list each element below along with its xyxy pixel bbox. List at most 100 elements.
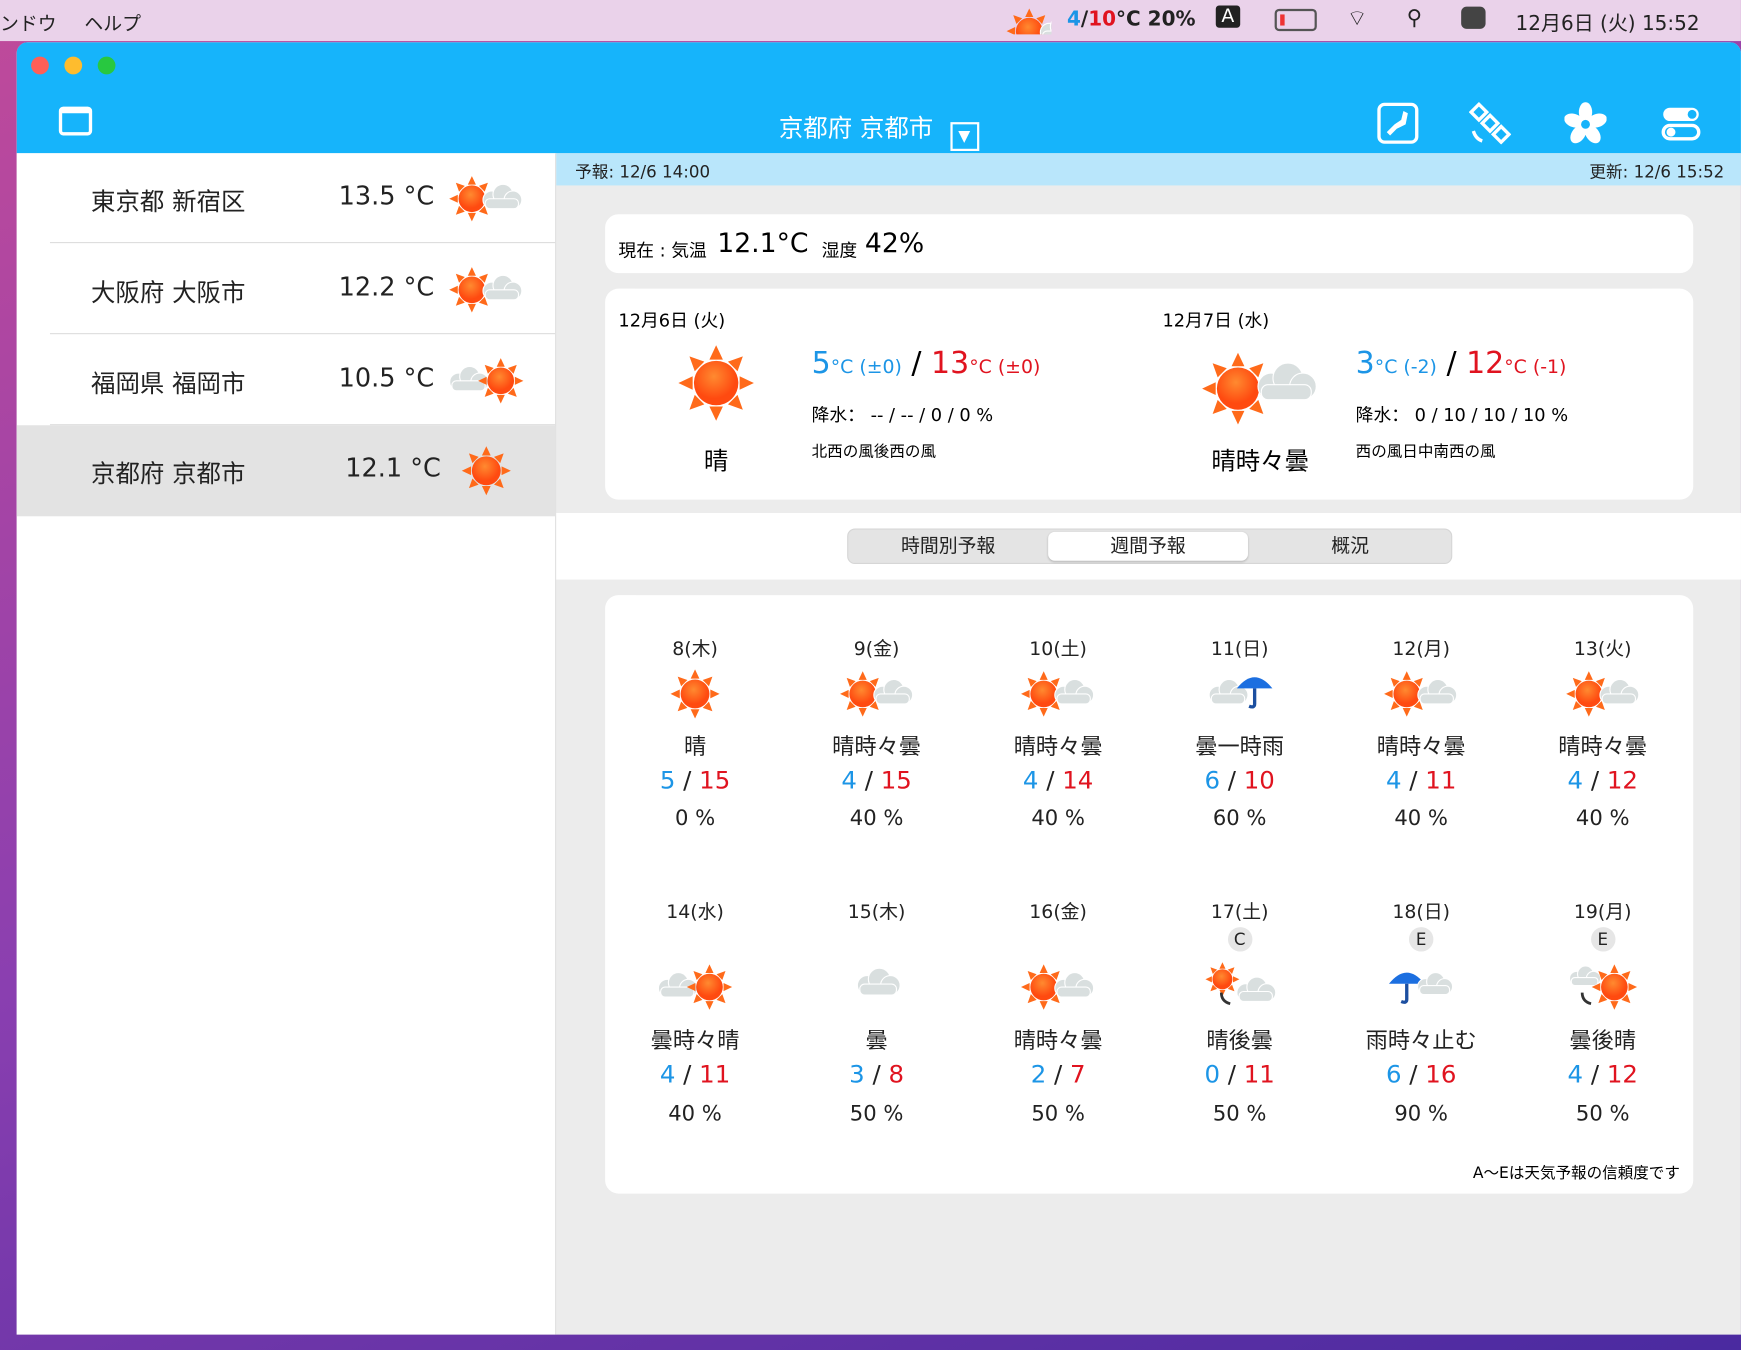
forecast-tabs: 時間別予報 週間予報 概況	[847, 529, 1452, 565]
weekly-temps: 4 / 15	[788, 767, 966, 795]
humidity-value: 42%	[865, 228, 924, 259]
clock[interactable]: 12月6日 (火) 15:52	[1516, 8, 1700, 37]
location-item[interactable]: 東京都 新宿区 13.5 °C	[17, 153, 555, 243]
location-temp: 13.5 °C	[339, 182, 435, 211]
minimize-button[interactable]	[64, 57, 82, 75]
location-temp: 12.2 °C	[339, 273, 435, 302]
weekly-date: 8(木)	[606, 633, 784, 661]
menu-window[interactable]: ンドウ	[0, 8, 57, 36]
sun-cloud-weather-icon	[1019, 668, 1097, 719]
day-weather: 晴時々曇	[1182, 442, 1337, 478]
menubar-weather[interactable]: 4/10°C 20%	[1067, 8, 1195, 31]
zoom-button[interactable]	[98, 57, 116, 75]
weekly-pop: 90 %	[1332, 1101, 1510, 1125]
input-mode[interactable]: A	[1216, 6, 1240, 28]
weekly-pop: 40 %	[1332, 806, 1510, 830]
battery-icon[interactable]	[1275, 9, 1317, 31]
location-name: 福岡県 福岡市	[91, 364, 245, 400]
location-item-selected[interactable]: 京都府 京都市 12.1 °C	[17, 425, 555, 516]
cloud-icon	[658, 973, 697, 997]
weekly-temps: 4 / 12	[1514, 1061, 1692, 1089]
location-list: 東京都 新宿区 13.5 °C 大阪府 大阪市 12.2 °C 福岡県 福岡市 10.…	[17, 153, 557, 1334]
close-button[interactable]	[31, 57, 49, 75]
location-title: 京都府 京都市	[779, 115, 933, 143]
japan-map-icon[interactable]	[1377, 102, 1419, 144]
day-wind: 北西の風後西の風	[812, 440, 936, 462]
day-forecast: 12月6日 (火) 晴 5°C (±0) / 13°C (±0) 降水： -- …	[605, 289, 1149, 500]
weekly-weather: 晴時々曇	[969, 1023, 1147, 1055]
sun-icon	[462, 446, 511, 495]
weekly-weather: 晴時々曇	[969, 728, 1147, 760]
cloud-then-sun-weather-icon	[1564, 962, 1642, 1013]
weekly-weather: 曇一時雨	[1151, 728, 1329, 760]
search-icon[interactable]: ⚲	[1407, 6, 1422, 30]
location-name: 京都府 京都市	[91, 454, 245, 490]
location-name: 大阪府 大阪市	[91, 273, 245, 309]
location-temp: 12.1 °C	[345, 454, 441, 483]
tab-overview[interactable]: 概況	[1250, 532, 1450, 561]
cloud-icon	[1418, 973, 1453, 995]
weekly-pop: 0 %	[606, 806, 784, 830]
weekly-date: 17(土)	[1151, 896, 1329, 924]
location-item[interactable]: 福岡県 福岡市 10.5 °C	[17, 335, 555, 425]
daily-forecast-card: 12月6日 (火) 晴 5°C (±0) / 13°C (±0) 降水： -- …	[605, 289, 1693, 500]
dropdown-icon: ▼	[950, 122, 979, 151]
day-precip: 降水： 0 / 10 / 10 / 10 %	[1356, 400, 1568, 427]
sun-cloud-weather-icon	[447, 264, 525, 315]
reliability-footnote: A～Eは天気予報の信頼度です	[1473, 1161, 1680, 1183]
weekly-pop: 50 %	[788, 1101, 966, 1125]
weekly-date: 14(水)	[606, 896, 784, 924]
cloud-icon	[873, 680, 912, 704]
forecast-time: 予報: 12/6 14:00	[575, 160, 710, 183]
sun-cloud-weather-icon	[1019, 962, 1097, 1013]
weekly-date: 18(日)	[1332, 896, 1510, 924]
day-weather: 晴	[672, 442, 761, 478]
weekly-weather: 晴後曇	[1151, 1023, 1329, 1055]
updated-time: 更新: 12/6 15:52	[1589, 160, 1724, 183]
cloud-rain-weather-icon	[1201, 668, 1279, 719]
cloud-icon	[450, 366, 489, 390]
location-temp: 10.5 °C	[339, 364, 435, 393]
day-precip: 降水： -- / -- / 0 / 0 %	[812, 400, 994, 427]
sun-icon	[671, 669, 720, 718]
weekly-date: 16(金)	[969, 896, 1147, 924]
weekly-weather: 晴時々曇	[1332, 728, 1510, 760]
weekly-date: 15(木)	[788, 896, 966, 924]
location-item[interactable]: 大阪府 大阪市 12.2 °C	[17, 244, 555, 334]
day-date: 12月7日 (水)	[1162, 305, 1269, 332]
day-wind: 西の風日中南西の風	[1356, 440, 1496, 462]
sun-weather-icon	[656, 668, 734, 719]
menubar-weather-icon[interactable]	[1005, 6, 1052, 40]
weekly-pop: 60 %	[1151, 806, 1329, 830]
cloud-icon	[1236, 977, 1275, 1001]
menu-help[interactable]: ヘルプ	[84, 8, 141, 36]
cloud-icon	[483, 184, 522, 208]
settings-toggle-icon[interactable]	[1660, 102, 1702, 144]
day-temps: 5°C (±0) / 13°C (±0)	[812, 346, 1041, 380]
cloud-icon	[1569, 966, 1600, 986]
weekly-temps: 4 / 11	[1332, 767, 1510, 795]
weekly-pop: 50 %	[969, 1101, 1147, 1125]
weekly-pop: 40 %	[788, 806, 966, 830]
weekly-temps: 2 / 7	[969, 1061, 1147, 1089]
control-center-icon[interactable]	[1461, 7, 1485, 29]
cloud-icon	[1055, 973, 1094, 997]
tab-weekly[interactable]: 週間予報	[1048, 532, 1248, 561]
sun-icon	[1205, 962, 1239, 996]
wifi-icon[interactable]: ⌔	[1347, 4, 1368, 32]
weekly-date: 11(日)	[1151, 633, 1329, 661]
current-conditions: 現在 : 気温 12.1°C 湿度 42%	[605, 214, 1693, 273]
sun-cloud-weather-icon	[838, 668, 916, 719]
sun-cloud-weather-icon	[1382, 668, 1460, 719]
weekly-pop: 50 %	[1151, 1101, 1329, 1125]
satellite-icon[interactable]	[1469, 102, 1511, 144]
tab-hourly[interactable]: 時間別予報	[848, 532, 1048, 561]
humidity-label: 湿度	[822, 235, 858, 262]
flower-icon[interactable]	[1564, 102, 1606, 144]
sun-icon	[1591, 964, 1636, 1009]
weekly-temps: 6 / 10	[1151, 767, 1329, 795]
cloud-icon	[483, 275, 522, 299]
sun-cloud-weather-icon	[1005, 6, 1052, 35]
location-name: 東京都 新宿区	[91, 182, 245, 218]
weekly-weather: 曇	[788, 1023, 966, 1055]
